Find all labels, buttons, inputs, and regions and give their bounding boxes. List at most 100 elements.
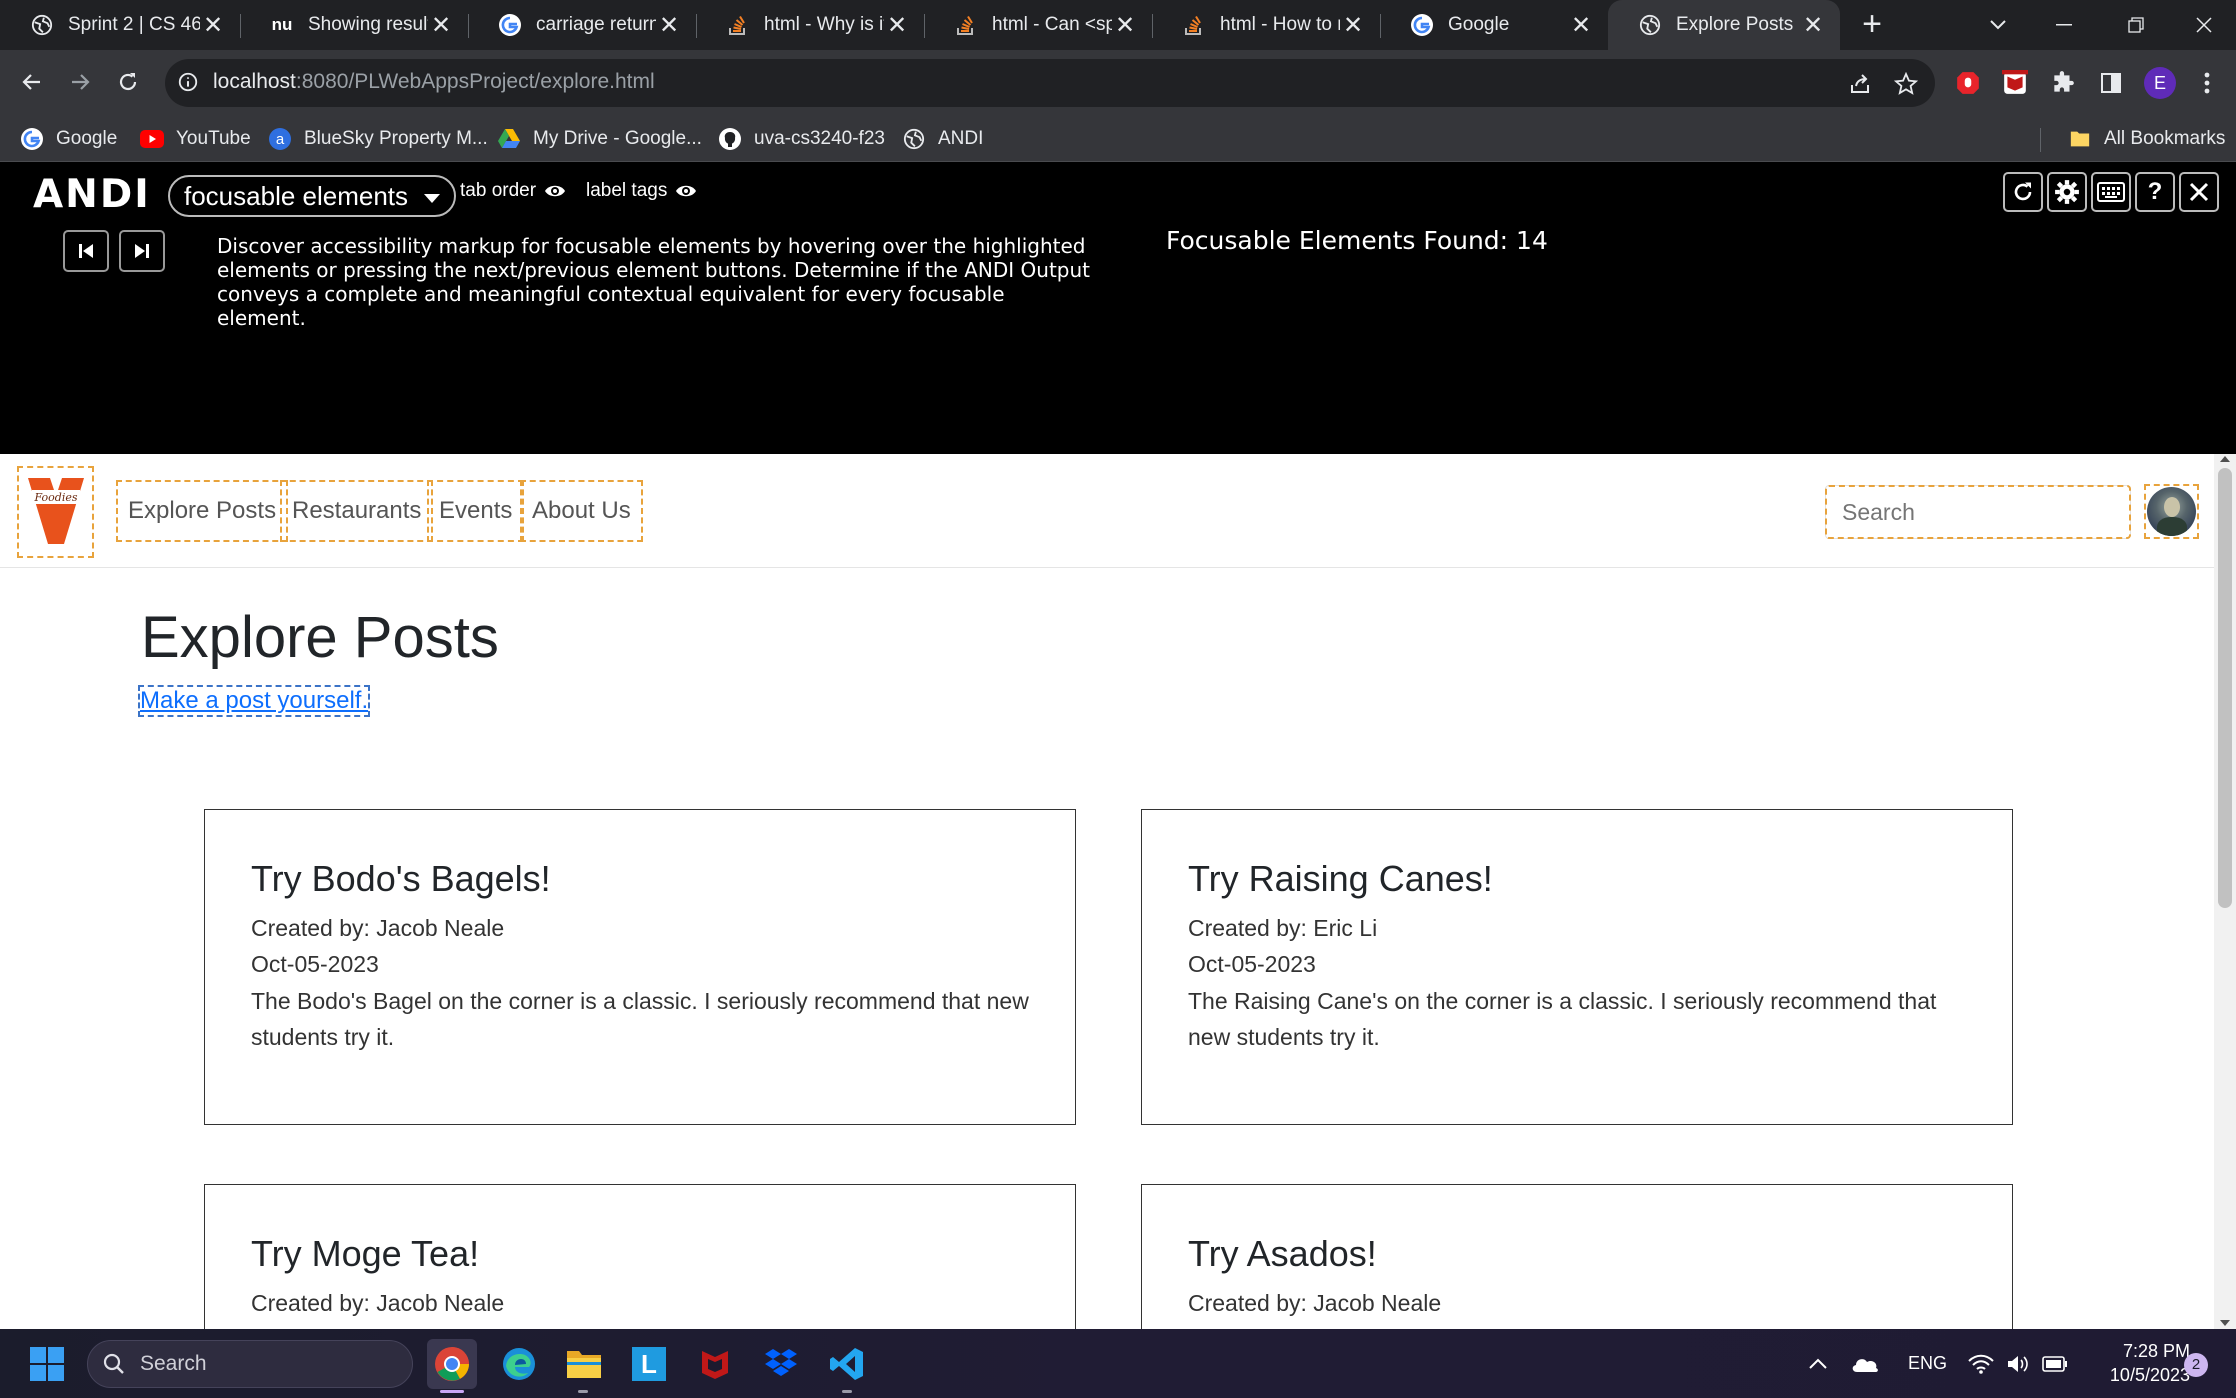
taskbar-search[interactable]: Search [87,1340,413,1388]
bookmark-andi[interactable]: ANDI [902,116,983,162]
edge-taskbar-icon[interactable] [494,1339,544,1389]
new-tab-button[interactable]: + [1855,7,1889,42]
google-icon [20,127,44,151]
tab-title: Sprint 2 | CS 4640 [68,14,200,35]
bookmark-bluesky[interactable]: a BlueSky Property M... [268,116,488,162]
dropbox-icon[interactable] [756,1339,806,1389]
post-author: Created by: Eric Li [1188,915,1378,941]
site-logo[interactable]: Foodies [17,466,94,558]
close-icon[interactable]: ✕ [656,12,682,39]
nav-restaurants[interactable]: Restaurants [280,480,434,542]
adblock-icon[interactable] [1955,70,1981,96]
mcafee-taskbar-icon[interactable] [690,1339,740,1389]
back-button[interactable] [12,62,52,102]
post-author: Created by: Jacob Neale [251,1290,505,1316]
scroll-down-icon[interactable] [2220,1320,2230,1326]
post-card: Try Moge Tea! Created by: Jacob Neale [204,1184,1076,1329]
post-title: Try Raising Canes! [1188,858,1493,899]
wifi-icon[interactable] [1968,1329,1994,1398]
notification-badge[interactable]: 2 [2184,1353,2208,1377]
nav-events[interactable]: Events [427,480,525,542]
drive-icon [497,127,521,151]
volume-icon[interactable] [2006,1329,2030,1398]
help-button[interactable]: ? [2135,172,2175,212]
bookmark-star-icon[interactable] [1893,71,1919,97]
browser-tab[interactable]: html - Can <span> ✕ [924,0,1152,50]
close-window-button[interactable] [2172,0,2236,50]
letter-app-icon[interactable]: L [624,1339,674,1389]
andi-description: Discover accessibility markup for focusa… [217,234,1090,330]
avatar [2147,487,2196,536]
bookmark-drive[interactable]: My Drive - Google... [497,116,702,162]
svg-text:a: a [276,131,285,148]
page-scrollbar[interactable] [2214,454,2236,1329]
make-post-link[interactable]: Make a post yourself. [137,685,371,717]
browser-tab[interactable]: carriage return in html ✕ [468,0,696,50]
side-panel-icon[interactable] [2098,70,2124,96]
tab-search-button[interactable] [1966,0,2030,50]
post-card: Try Raising Canes! Created by: Eric Li O… [1141,809,2013,1125]
info-icon[interactable] [177,71,201,95]
scrollbar-thumb[interactable] [2218,468,2232,908]
windows-taskbar: Search L ENG 7:28 PM 10/5/2023 2 [0,1329,2236,1398]
user-avatar-link[interactable] [2144,484,2199,539]
tab-title: Showing results [308,14,428,35]
minimize-button[interactable] [2032,0,2096,50]
post-body: The Bodo's Bagel on the corner is a clas… [251,988,1029,1050]
browser-tab[interactable]: html - Why is it ✕ [696,0,924,50]
post-title: Try Bodo's Bagels! [251,858,551,899]
refresh-button[interactable] [2003,172,2043,212]
reload-button[interactable] [108,62,148,102]
globe-icon [1638,13,1662,37]
close-icon[interactable]: ✕ [1340,12,1366,39]
scroll-up-icon[interactable] [2220,456,2230,462]
menu-icon[interactable] [2194,70,2220,96]
onedrive-icon[interactable] [1850,1329,1880,1398]
nav-about-us[interactable]: About Us [520,480,643,542]
address-bar[interactable]: localhost:8080/PLWebAppsProject/explore.… [165,59,1935,107]
close-andi-button[interactable] [2179,172,2219,212]
tray-expand-icon[interactable] [1808,1329,1828,1398]
settings-gear-icon[interactable] [2047,172,2087,212]
bookmark-youtube[interactable]: YouTube [140,116,251,162]
browser-tab[interactable]: nu Showing results ✕ [240,0,468,50]
language-indicator[interactable]: ENG [1908,1329,1947,1398]
close-icon[interactable]: ✕ [1800,12,1826,39]
vscode-icon[interactable] [822,1339,872,1389]
search-input[interactable] [1825,485,2131,539]
profile-avatar[interactable]: E [2144,67,2176,99]
restore-button[interactable] [2104,0,2168,50]
previous-element-button[interactable] [63,230,109,272]
next-element-button[interactable] [119,230,165,272]
battery-icon[interactable] [2042,1329,2068,1398]
browser-tab[interactable]: Google ✕ [1380,0,1608,50]
label-tags-toggle[interactable]: label tags [586,180,697,202]
file-explorer-icon[interactable] [559,1339,609,1389]
tab-order-toggle[interactable]: tab order [460,180,566,202]
bookmark-github[interactable]: uva-cs3240-f23 [718,116,885,162]
close-icon[interactable]: ✕ [200,12,226,39]
post-card: Try Asados! Created by: Jacob Neale [1141,1184,2013,1329]
post-card: Try Bodo's Bagels! Created by: Jacob Nea… [204,809,1076,1125]
tab-title: html - How to make [1220,14,1340,35]
windows-start-icon[interactable] [22,1339,72,1389]
andi-mode-select[interactable]: focusable elements [168,175,457,217]
all-bookmarks[interactable]: All Bookmarks [2068,116,2225,162]
share-icon[interactable] [1847,71,1873,97]
browser-tab[interactable]: Sprint 2 | CS 4640 ✕ [0,0,240,50]
system-clock[interactable]: 7:28 PM 10/5/2023 [2070,1339,2190,1387]
chrome-taskbar-icon[interactable] [427,1339,477,1389]
keyboard-icon[interactable] [2091,172,2131,212]
browser-tab[interactable]: html - How to make ✕ [1152,0,1380,50]
close-icon[interactable]: ✕ [428,12,454,39]
bookmark-google[interactable]: Google [20,116,117,162]
extensions-icon[interactable] [2050,70,2076,96]
browser-tab-active[interactable]: Explore Posts ✕ [1608,0,1840,50]
close-icon[interactable]: ✕ [1112,12,1138,39]
close-icon[interactable]: ✕ [1568,12,1594,39]
forward-button[interactable] [60,62,100,102]
mcafee-extension-icon[interactable] [2002,70,2028,96]
nav-explore-posts[interactable]: Explore Posts [116,480,289,542]
search-icon [103,1353,124,1374]
close-icon[interactable]: ✕ [884,12,910,39]
